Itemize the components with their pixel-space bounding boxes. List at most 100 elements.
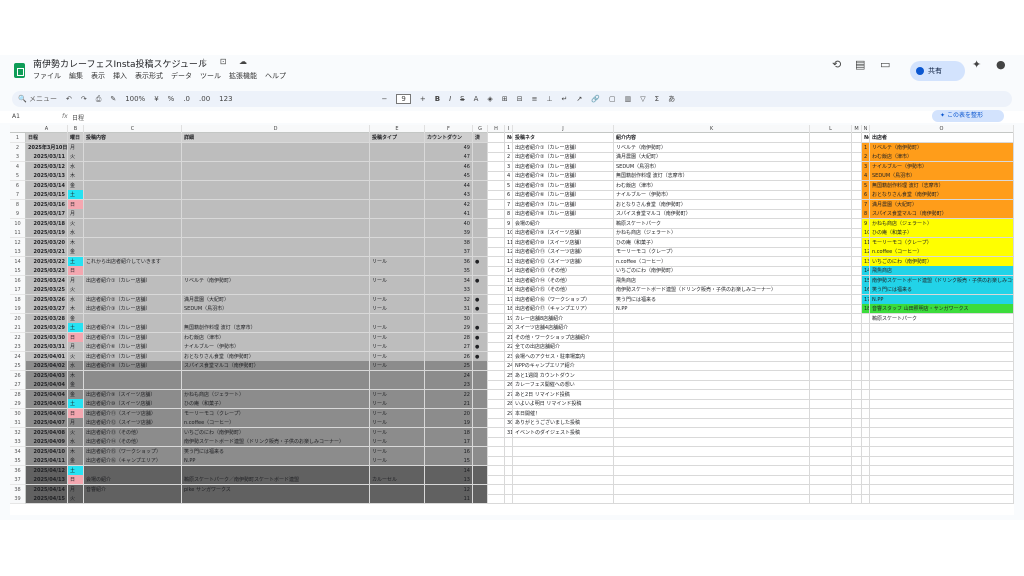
cell-H[interactable] bbox=[488, 370, 505, 381]
cell-O[interactable]: スパイス食堂マルコ（南伊勢町） bbox=[870, 209, 1014, 219]
cell-E[interactable] bbox=[370, 484, 425, 495]
cell-F[interactable]: 13 bbox=[425, 475, 473, 485]
cell-H[interactable] bbox=[488, 142, 505, 153]
cell-F[interactable]: 40 bbox=[425, 218, 473, 229]
cell-O[interactable] bbox=[870, 389, 1014, 400]
function-icon[interactable]: Σ bbox=[655, 95, 659, 103]
cell-H[interactable] bbox=[488, 351, 505, 362]
cell-G[interactable] bbox=[473, 380, 488, 390]
cell-K[interactable] bbox=[614, 475, 810, 485]
cell-E[interactable]: リール bbox=[370, 256, 425, 267]
column-header-L[interactable]: L bbox=[810, 125, 852, 133]
cell-N[interactable] bbox=[862, 370, 870, 381]
column-header-N[interactable]: N bbox=[862, 125, 870, 133]
cell-F[interactable]: カウントダウン bbox=[425, 133, 473, 143]
cell-O[interactable]: 出店者 bbox=[870, 133, 1014, 143]
cell-N[interactable] bbox=[862, 408, 870, 419]
cell-C[interactable]: 出店者紹介⑨（スイーツ店舗） bbox=[84, 389, 182, 400]
cell-G[interactable] bbox=[473, 266, 488, 276]
cell-O[interactable]: わむ飯店（津市） bbox=[870, 152, 1014, 162]
cell-C[interactable]: 出店者紹介⑥（カレー店舗） bbox=[84, 342, 182, 352]
cell-H[interactable] bbox=[488, 408, 505, 419]
cell-I[interactable]: 15 bbox=[505, 275, 513, 286]
cell-B[interactable]: 月 bbox=[68, 275, 84, 286]
column-header-A[interactable]: A bbox=[26, 125, 68, 133]
cell-G[interactable] bbox=[473, 199, 488, 210]
cell-J[interactable]: 出店者紹介⑤（カレー店舗） bbox=[513, 180, 614, 191]
cell-A[interactable]: 2025/03/23 bbox=[26, 266, 68, 276]
cell-B[interactable]: 水 bbox=[68, 294, 84, 305]
cell-C[interactable]: 会場の紹介 bbox=[84, 475, 182, 485]
strikethrough-icon[interactable]: S bbox=[460, 95, 464, 103]
column-header-D[interactable]: D bbox=[182, 125, 370, 133]
cell-J[interactable] bbox=[513, 465, 614, 476]
cell-I[interactable]: 28 bbox=[505, 399, 513, 409]
cell-L[interactable] bbox=[810, 342, 852, 352]
cell-L[interactable] bbox=[810, 142, 852, 153]
row-number[interactable]: 2 bbox=[10, 142, 26, 153]
cell-E[interactable] bbox=[370, 237, 425, 248]
cell-I[interactable]: 23 bbox=[505, 351, 513, 362]
link-icon[interactable]: 🔗 bbox=[591, 95, 600, 103]
cell-K[interactable]: 満月農園（大紀町） bbox=[614, 152, 810, 162]
cell-L[interactable] bbox=[810, 247, 852, 257]
column-header-E[interactable]: E bbox=[370, 125, 425, 133]
cell-M[interactable] bbox=[852, 408, 862, 419]
cell-B[interactable]: 土 bbox=[68, 323, 84, 333]
cell-B[interactable]: 日 bbox=[68, 266, 84, 276]
cell-J[interactable] bbox=[513, 456, 614, 466]
cell-G[interactable] bbox=[473, 370, 488, 381]
cell-F[interactable]: 14 bbox=[425, 465, 473, 476]
cell-F[interactable]: 47 bbox=[425, 152, 473, 162]
cell-A[interactable]: 2025/03/26 bbox=[26, 294, 68, 305]
cell-N[interactable] bbox=[862, 456, 870, 466]
menu-item-0[interactable]: ファイル bbox=[33, 71, 61, 81]
row-number[interactable]: 21 bbox=[10, 323, 26, 333]
row-number[interactable]: 33 bbox=[10, 437, 26, 447]
cell-J[interactable]: 出店者紹介⑦（カレー店舗） bbox=[513, 199, 614, 210]
cell-N[interactable] bbox=[862, 380, 870, 390]
cell-L[interactable] bbox=[810, 152, 852, 162]
cell-C[interactable] bbox=[84, 285, 182, 295]
cell-M[interactable] bbox=[852, 247, 862, 257]
cell-C[interactable]: 出店者紹介⑮（ワークショップ） bbox=[84, 446, 182, 457]
cell-J[interactable]: 会場の紹介 bbox=[513, 218, 614, 229]
cell-A[interactable]: 2025/04/04 bbox=[26, 380, 68, 390]
comment-icon[interactable]: ▤ bbox=[855, 58, 865, 71]
row-number[interactable]: 1 bbox=[10, 133, 26, 143]
cell-O[interactable] bbox=[870, 342, 1014, 352]
cell-F[interactable]: 42 bbox=[425, 199, 473, 210]
cell-H[interactable] bbox=[488, 275, 505, 286]
row-number[interactable]: 6 bbox=[10, 180, 26, 191]
row-number[interactable]: 3 bbox=[10, 152, 26, 162]
cell-I[interactable]: 3 bbox=[505, 161, 513, 172]
cell-E[interactable] bbox=[370, 285, 425, 295]
cell-G[interactable]: ● bbox=[473, 323, 488, 333]
column-header-H[interactable]: H bbox=[488, 125, 505, 133]
cell-F[interactable]: 37 bbox=[425, 247, 473, 257]
cell-N[interactable] bbox=[862, 446, 870, 457]
cell-F[interactable]: 39 bbox=[425, 228, 473, 238]
row-number[interactable]: 36 bbox=[10, 465, 26, 476]
column-header-K[interactable]: K bbox=[614, 125, 810, 133]
cell-F[interactable]: 21 bbox=[425, 399, 473, 409]
cell-N[interactable]: No. bbox=[862, 133, 870, 143]
cell-G[interactable]: ● bbox=[473, 342, 488, 352]
cell-C[interactable]: 出店者紹介⑭（その他） bbox=[84, 437, 182, 447]
cell-H[interactable] bbox=[488, 228, 505, 238]
cell-J[interactable]: 投稿ネタ bbox=[513, 133, 614, 143]
cell-M[interactable] bbox=[852, 304, 862, 314]
cell-M[interactable] bbox=[852, 142, 862, 153]
cell-B[interactable]: 金 bbox=[68, 247, 84, 257]
cell-K[interactable] bbox=[614, 456, 810, 466]
cell-D[interactable] bbox=[182, 209, 370, 219]
cell-K[interactable]: 無国籍創作料理 波灯（志摩市） bbox=[614, 171, 810, 181]
cell-C[interactable] bbox=[84, 247, 182, 257]
cell-I[interactable]: 22 bbox=[505, 342, 513, 352]
cell-E[interactable] bbox=[370, 247, 425, 257]
cell-D[interactable] bbox=[182, 380, 370, 390]
cell-K[interactable] bbox=[614, 408, 810, 419]
cell-A[interactable]: 2025/04/06 bbox=[26, 408, 68, 419]
cell-B[interactable]: 月 bbox=[68, 484, 84, 495]
cell-C[interactable]: 投稿内容 bbox=[84, 133, 182, 143]
